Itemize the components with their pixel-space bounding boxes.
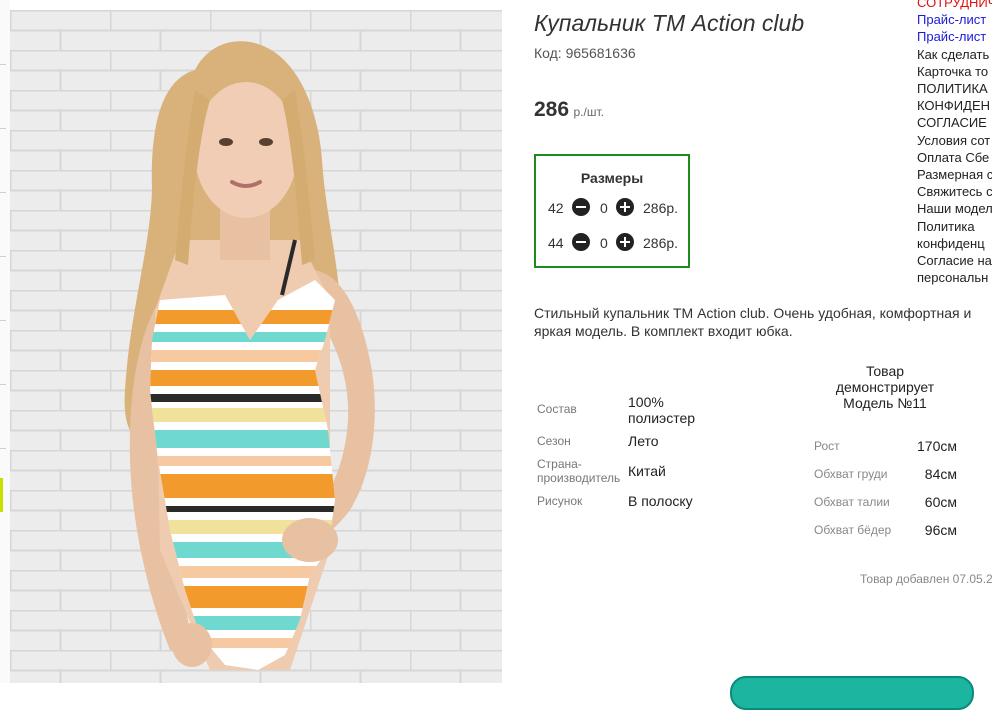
side-menu-item[interactable]: Прайс-лист [917, 28, 992, 45]
sizes-title: Размеры [580, 170, 644, 186]
added-date: Товар добавлен 07.05.2 [860, 572, 992, 586]
minus-circle-icon [572, 233, 590, 251]
price-unit: р./шт. [573, 105, 604, 119]
side-menu-item[interactable]: СОГЛАСИЕ [917, 114, 992, 131]
measurement-value: 60см [924, 494, 957, 510]
side-menu-item[interactable]: ПОЛИТИКА [917, 80, 992, 97]
edge-tick [0, 64, 6, 65]
bottom-action-button[interactable] [730, 676, 974, 710]
product-photo-drawing [10, 10, 502, 683]
edge-tick [0, 448, 6, 449]
attribute-label: Страна-производитель [537, 457, 621, 485]
side-menu-item[interactable]: персональн [917, 269, 992, 286]
measurement-label: Обхват талии [814, 495, 890, 509]
attribute-value: В полоску [628, 493, 693, 509]
quantity-value[interactable]: 0 [600, 235, 608, 251]
increase-quantity-button[interactable] [616, 198, 634, 219]
attribute-label: Сезон [537, 434, 571, 448]
product-photo[interactable] [10, 10, 502, 683]
edge-tick [0, 128, 6, 129]
measurement-value: 84см [924, 466, 957, 482]
minus-circle-icon [572, 198, 590, 216]
attribute-label: Рисунок [537, 494, 583, 508]
attribute-value: Лето [628, 433, 659, 449]
edge-tick [0, 320, 6, 321]
side-menu-item[interactable]: Оплата Сбе [917, 149, 992, 166]
size-label: 44 [548, 235, 564, 251]
size-price: 286р. [643, 235, 679, 251]
quantity-value[interactable]: 0 [600, 200, 608, 216]
side-menu-item[interactable]: Условия сот [917, 132, 992, 149]
measurement-value: 170см [917, 438, 957, 454]
price-value: 286 [534, 98, 570, 121]
product-title: Купальник ТМ Action club [534, 10, 805, 36]
side-menu-item[interactable]: Согласие на [917, 252, 992, 269]
side-menu-item[interactable]: Прайс-лист [917, 11, 992, 28]
side-menu-item[interactable]: Размерная с [917, 166, 992, 183]
product-code-value: 965681636 [565, 45, 636, 61]
measurement-label: Обхват груди [814, 467, 888, 481]
side-menu-item[interactable]: Свяжитесь с [917, 183, 992, 200]
side-menu: СОТРУДНИЧ Прайс-лист Прайс-лист Как сдел… [917, 0, 992, 286]
side-menu-item[interactable]: конфиденц [917, 235, 992, 252]
side-menu-item[interactable]: Политика [917, 218, 992, 235]
edge-tick [0, 192, 6, 193]
plus-circle-icon [616, 198, 634, 216]
side-menu-item[interactable]: Карточка то [917, 63, 992, 80]
attribute-label: Состав [537, 402, 577, 416]
size-label: 42 [548, 200, 564, 216]
edge-tab[interactable] [0, 478, 3, 512]
sizes-box: Размеры 42 0 286р. 44 0 286р. [534, 154, 690, 268]
side-menu-item[interactable]: СОТРУДНИЧ [917, 0, 992, 11]
model-heading: Товар демонстрирует Модель №11 [835, 363, 935, 411]
side-menu-item[interactable]: Как сделать [917, 46, 992, 63]
decrease-quantity-button[interactable] [572, 233, 590, 254]
increase-quantity-button[interactable] [616, 233, 634, 254]
measurement-value: 96см [924, 522, 957, 538]
measurement-label: Рост [814, 439, 840, 453]
product-description: Стильный купальник ТМ Action club. Очень… [534, 305, 972, 339]
plus-circle-icon [616, 233, 634, 251]
product-code: Код: 965681636 [534, 45, 636, 61]
size-price: 286р. [643, 200, 679, 216]
edge-tick [0, 384, 6, 385]
attribute-value: 100% полиэстер [628, 394, 696, 426]
edge-tick [0, 256, 6, 257]
side-menu-item[interactable]: Наши модел [917, 200, 992, 217]
side-menu-item[interactable]: КОНФИДЕН [917, 97, 992, 114]
product-price: 286 р./шт. [534, 98, 604, 122]
decrease-quantity-button[interactable] [572, 198, 590, 219]
attribute-value: Китай [628, 463, 666, 479]
product-code-label: Код: [534, 45, 562, 61]
left-edge-strip [0, 0, 10, 683]
measurement-label: Обхват бёдер [814, 523, 892, 537]
